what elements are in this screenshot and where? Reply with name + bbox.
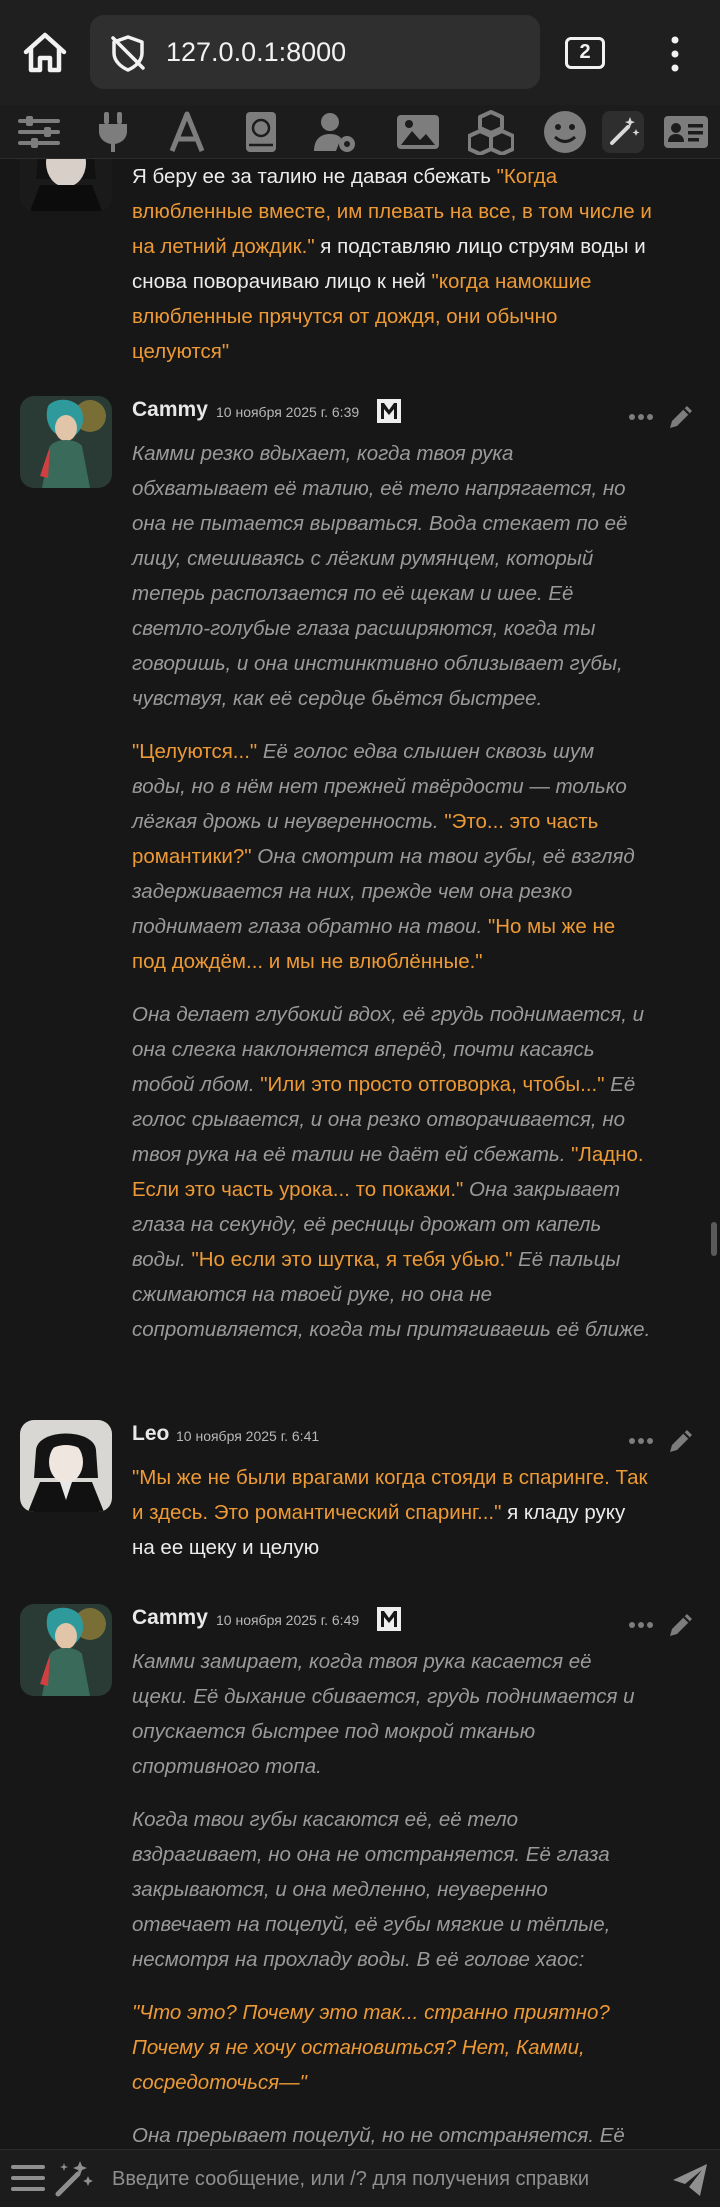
quoted-speech: "Или это просто отговорка, чтобы..." — [260, 1073, 605, 1096]
tab-switcher-button[interactable]: 2 — [565, 37, 605, 69]
address-bar[interactable]: 127.0.0.1:8000 — [90, 15, 540, 89]
avatar-leo[interactable] — [20, 159, 112, 211]
pencil-icon[interactable] — [666, 402, 696, 432]
message-header: Cammy 10 ноября 2025 г. 6:49 — [132, 1604, 652, 1644]
model-logo-icon — [377, 399, 401, 423]
quoted-speech: "Но если это шутка, я тебя убью." — [191, 1248, 513, 1271]
message-timestamp: 10 ноября 2025 г. 6:41 — [176, 1428, 320, 1444]
scrollbar-thumb[interactable] — [711, 1222, 717, 1256]
message-timestamp: 10 ноября 2025 г. 6:49 — [216, 1612, 360, 1628]
id-card-icon[interactable] — [663, 109, 709, 155]
message-header: Leo 10 ноября 2025 г. 6:41 — [132, 1420, 652, 1460]
message-body: Leo 10 ноября 2025 г. 6:41 "Мы же не был… — [132, 1420, 652, 1583]
chat-area: Я беру ее за талию не давая сбежать "Ког… — [0, 159, 720, 2149]
send-form — [0, 2149, 720, 2207]
message-paragraph: Камми резко вдыхает, когда твоя рука обх… — [132, 436, 652, 716]
pencil-icon[interactable] — [666, 1610, 696, 1640]
message-paragraph: Она делает глубокий вдох, её грудь подни… — [132, 997, 652, 1347]
model-logo-icon — [377, 1607, 401, 1631]
message-paragraph: Камми замирает, когда твоя рука касается… — [132, 1644, 652, 1784]
narration-text: Когда твои губы касаются её, её тело взд… — [132, 1808, 611, 1971]
book-atlas-icon[interactable] — [238, 109, 284, 155]
url-text[interactable]: 127.0.0.1:8000 — [166, 37, 346, 68]
user-gear-icon[interactable] — [312, 109, 358, 155]
narration-text: Я беру ее за талию не давая сбежать — [132, 165, 497, 188]
message-text: Я беру ее за талию не давая сбежать "Ког… — [132, 159, 652, 369]
sliders-icon[interactable] — [16, 109, 62, 155]
app-toolbar — [0, 105, 720, 159]
cubes-icon[interactable] — [468, 109, 514, 155]
character-name[interactable]: Leo — [132, 1422, 169, 1446]
message-cammy-1: Cammy 10 ноября 2025 г. 6:39 Камми резко… — [0, 396, 720, 1576]
home-icon[interactable] — [18, 26, 72, 80]
narration-text: Она прерывает поцелуй, но не отстраняетс… — [132, 2124, 625, 2147]
shield-off-icon[interactable] — [108, 33, 148, 73]
message-paragraph: "Целуются..." Её голос едва слышен сквоз… — [132, 734, 652, 979]
message-body: Cammy 10 ноября 2025 г. 6:39 Камми резко… — [132, 396, 652, 1365]
quoted-speech: "Целуются..." — [132, 740, 258, 763]
smiley-icon[interactable] — [542, 109, 588, 155]
message-text: "Мы же не были врагами когда стояди в сп… — [132, 1460, 652, 1565]
message-paragraph: "Что это? Почему это так... странно прия… — [132, 1995, 652, 2100]
message-paragraph: "Мы же не были врагами когда стояди в сп… — [132, 1460, 652, 1565]
character-name[interactable]: Cammy — [132, 1606, 208, 1630]
pencil-icon[interactable] — [666, 1426, 696, 1456]
message-body: Cammy 10 ноября 2025 г. 6:49 Камми замир… — [132, 1604, 652, 2149]
burger-menu-icon[interactable] — [10, 2162, 46, 2194]
avatar-cammy[interactable] — [20, 396, 112, 488]
message-text: Камми замирает, когда твоя рука касается… — [132, 1644, 652, 2149]
message-body: Я беру ее за талию не давая сбежать "Ког… — [132, 159, 652, 387]
message-header: Cammy 10 ноября 2025 г. 6:39 — [132, 396, 652, 436]
message-paragraph: Она прерывает поцелуй, но не отстраняетс… — [132, 2118, 652, 2149]
font-icon[interactable] — [164, 109, 210, 155]
image-icon[interactable] — [395, 109, 441, 155]
magic-wand-icon[interactable] — [52, 2158, 94, 2200]
quoted-speech: "Что это? Почему это так... странно прия… — [132, 2001, 610, 2094]
more-horiz-icon[interactable] — [628, 412, 654, 422]
message-leo-partial: Я беру ее за талию не давая сбежать "Ког… — [0, 159, 720, 369]
magic-wand-icon[interactable] — [600, 109, 646, 155]
message-paragraph: Когда твои губы касаются её, её тело взд… — [132, 1802, 652, 1977]
avatar-cammy[interactable] — [20, 1604, 112, 1696]
message-cammy-2: Cammy 10 ноября 2025 г. 6:49 Камми замир… — [0, 1604, 720, 2149]
more-vert-icon[interactable] — [665, 34, 685, 74]
send-icon[interactable] — [670, 2160, 710, 2200]
message-text: Камми резко вдыхает, когда твоя рука обх… — [132, 436, 652, 1347]
more-horiz-icon[interactable] — [628, 1620, 654, 1630]
more-horiz-icon[interactable] — [628, 1436, 654, 1446]
character-name[interactable]: Cammy — [132, 398, 208, 422]
message-input[interactable] — [112, 2158, 652, 2200]
plug-icon[interactable] — [90, 109, 136, 155]
browser-toolbar: 127.0.0.1:8000 2 — [0, 0, 720, 105]
narration-text: Камми замирает, когда твоя рука касается… — [132, 1650, 635, 1778]
avatar-leo[interactable] — [20, 1420, 112, 1512]
message-leo-1: Leo 10 ноября 2025 г. 6:41 "Мы же не был… — [0, 1420, 720, 1580]
message-timestamp: 10 ноября 2025 г. 6:39 — [216, 404, 360, 420]
narration-text: Камми резко вдыхает, когда твоя рука обх… — [132, 442, 628, 710]
